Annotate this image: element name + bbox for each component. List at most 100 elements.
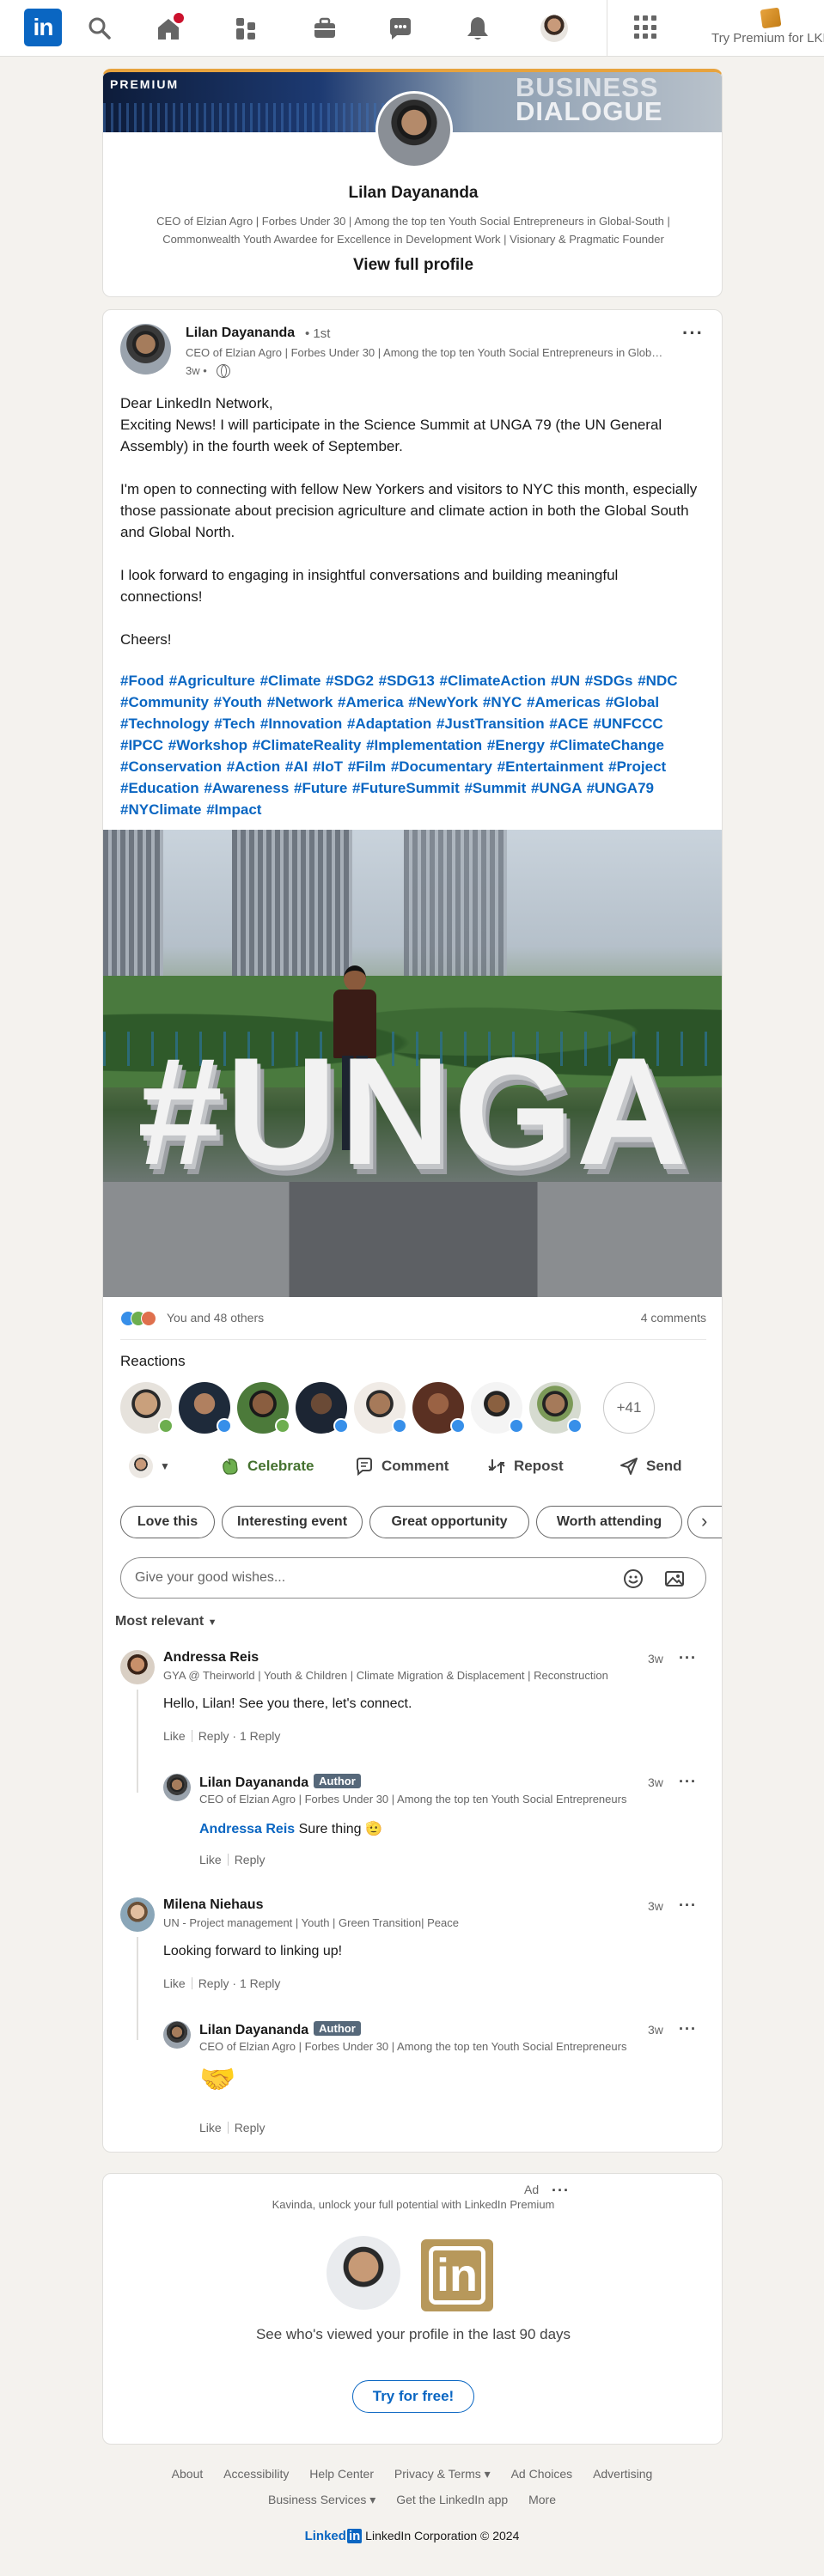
author-badge: Author: [314, 1774, 361, 1788]
post-hashtags[interactable]: #Food #Agriculture #Climate #SDG2 #SDG13…: [120, 670, 705, 820]
try-free-button[interactable]: Try for free!: [352, 2380, 474, 2413]
comment-more-icon[interactable]: ···: [679, 1897, 697, 1913]
footer-link-get-app[interactable]: Get the LinkedIn app: [396, 2493, 508, 2506]
reply-text: Andressa Reis Sure thing 🫡: [199, 1822, 382, 1836]
jobs-icon[interactable]: [311, 15, 339, 42]
commenter-headline: GYA @ Theirworld | Youth & Children | Cl…: [163, 1669, 608, 1682]
like-button[interactable]: Like: [199, 1853, 222, 1867]
profile-photo[interactable]: [375, 91, 453, 168]
reactions-count[interactable]: You and 48 others: [167, 1311, 264, 1325]
footer-link-more[interactable]: More: [528, 2493, 556, 2506]
reactor-avatar[interactable]: [471, 1382, 524, 1434]
messaging-icon[interactable]: [387, 15, 414, 42]
commenter-name[interactable]: Milena Niehaus: [163, 1897, 263, 1913]
reactor-avatar[interactable]: [529, 1382, 583, 1434]
reply-author-name[interactable]: Lilan Dayananda Author: [199, 1774, 361, 1791]
reply-button[interactable]: Reply: [235, 1853, 266, 1867]
notifications-icon[interactable]: [464, 15, 491, 42]
footer-link-about[interactable]: About: [172, 2467, 204, 2481]
me-avatar[interactable]: [540, 15, 568, 42]
reactor-avatar[interactable]: [179, 1382, 232, 1434]
sort-dropdown[interactable]: Most relevant ▼: [115, 1614, 217, 1629]
more-reactors-button[interactable]: +41: [603, 1382, 655, 1434]
home-icon[interactable]: [155, 11, 186, 42]
reactions-title: Reactions: [120, 1353, 186, 1369]
reactor-avatar[interactable]: [296, 1382, 349, 1434]
reply-more-icon[interactable]: ···: [679, 1774, 697, 1789]
reactor-avatar[interactable]: [120, 1382, 174, 1434]
suggestion-chip[interactable]: Worth attending: [536, 1506, 682, 1538]
comment-icon: [357, 1458, 372, 1477]
post-author-avatar[interactable]: [120, 324, 171, 375]
notification-dot: [172, 11, 186, 25]
reply-author-avatar[interactable]: [163, 2021, 191, 2049]
linkedin-wordmark: Linked in: [304, 2529, 363, 2543]
reactor-avatar[interactable]: [354, 1382, 407, 1434]
chevron-right-icon[interactable]: ›: [701, 1506, 718, 1538]
commenter-avatar[interactable]: [120, 1897, 155, 1932]
post-actions: ▼ Celebrate Comment Repost Send: [120, 1447, 706, 1485]
like-button[interactable]: Like: [199, 2121, 222, 2134]
footer-link-privacy-terms[interactable]: Privacy & Terms ▾: [394, 2467, 491, 2481]
footer-link-business-services[interactable]: Business Services ▾: [268, 2493, 375, 2506]
view-full-profile-link[interactable]: View full profile: [103, 256, 722, 275]
comment-button[interactable]: Comment: [354, 1447, 449, 1485]
footer-link-ad-choices[interactable]: Ad Choices: [511, 2467, 573, 2481]
like-button[interactable]: Like: [163, 1976, 186, 1990]
reaction-picker[interactable]: ▼: [129, 1447, 170, 1485]
send-button[interactable]: Send: [619, 1447, 682, 1485]
banner-text: BUSINESS DIALOGUE: [516, 72, 663, 126]
top-nav: in Try Premium for LKR: [0, 0, 824, 57]
copyright: LinkedIn Corporation © 2024: [365, 2529, 520, 2543]
premium-logo: in: [421, 2239, 493, 2311]
comments-count[interactable]: 4 comments: [641, 1311, 706, 1325]
post-time: 3w •: [186, 364, 207, 377]
reply-author-headline: CEO of Elzian Agro | Forbes Under 30 | A…: [199, 2040, 627, 2053]
footer-link-advertising[interactable]: Advertising: [593, 2467, 652, 2481]
reply-button[interactable]: Reply: [198, 1976, 229, 1990]
post-author-name[interactable]: Lilan Dayananda: [186, 326, 295, 341]
ad-message: See who's viewed your profile in the las…: [255, 2326, 571, 2342]
mention-link[interactable]: Andressa Reis: [199, 1822, 295, 1836]
like-button[interactable]: Like: [163, 1729, 186, 1743]
repost-button[interactable]: Repost: [486, 1447, 564, 1485]
reply-button[interactable]: Reply: [198, 1729, 229, 1743]
globe-icon: [217, 364, 230, 378]
footer-link-accessibility[interactable]: Accessibility: [223, 2467, 289, 2481]
reply-actions: Like Reply: [199, 1853, 265, 1867]
suggestion-chip[interactable]: Interesting event: [222, 1506, 363, 1538]
reply-more-icon[interactable]: ···: [679, 2021, 697, 2037]
emoji-icon[interactable]: [623, 1568, 644, 1589]
celebrate-button[interactable]: Celebrate: [220, 1447, 314, 1485]
post-more-icon[interactable]: ···: [682, 324, 704, 343]
image-icon[interactable]: [664, 1568, 685, 1589]
premium-cta[interactable]: Try Premium for LKR: [711, 31, 824, 46]
suggestion-chip[interactable]: Love this: [120, 1506, 215, 1538]
commenter-name[interactable]: Andressa Reis: [163, 1650, 259, 1666]
reply-author-name[interactable]: Lilan Dayananda Author: [199, 2021, 361, 2038]
send-icon: [620, 1458, 638, 1475]
my-network-icon[interactable]: [232, 15, 259, 42]
suggestion-chip[interactable]: Great opportunity: [369, 1506, 529, 1538]
search-icon[interactable]: [86, 15, 113, 42]
reply-button[interactable]: Reply: [235, 2121, 266, 2134]
ad-more-icon[interactable]: ···: [552, 2183, 570, 2198]
apps-grid-icon[interactable]: [634, 15, 658, 40]
reactor-avatar[interactable]: [237, 1382, 290, 1434]
replies-count[interactable]: 1 Reply: [240, 1976, 280, 1990]
commenter-avatar[interactable]: [120, 1650, 155, 1684]
post-text: Dear LinkedIn Network, Exciting News! I …: [120, 395, 698, 648]
linkedin-logo[interactable]: in: [24, 9, 62, 46]
profile-name[interactable]: Lilan Dayananda: [103, 184, 722, 203]
reaction-icons[interactable]: [120, 1311, 163, 1326]
comment-input[interactable]: Give your good wishes...: [120, 1557, 706, 1599]
premium-icon[interactable]: [760, 7, 782, 29]
reply-author-avatar[interactable]: [163, 1774, 191, 1801]
reactor-avatar[interactable]: [412, 1382, 466, 1434]
premium-label: PREMIUM: [110, 77, 180, 91]
commenter-headline: UN - Project management | Youth | Green …: [163, 1916, 459, 1929]
post-image[interactable]: #UNGA: [103, 830, 722, 1297]
comment-more-icon[interactable]: ···: [679, 1650, 697, 1666]
replies-count[interactable]: 1 Reply: [240, 1729, 280, 1743]
footer-link-help-center[interactable]: Help Center: [309, 2467, 374, 2481]
